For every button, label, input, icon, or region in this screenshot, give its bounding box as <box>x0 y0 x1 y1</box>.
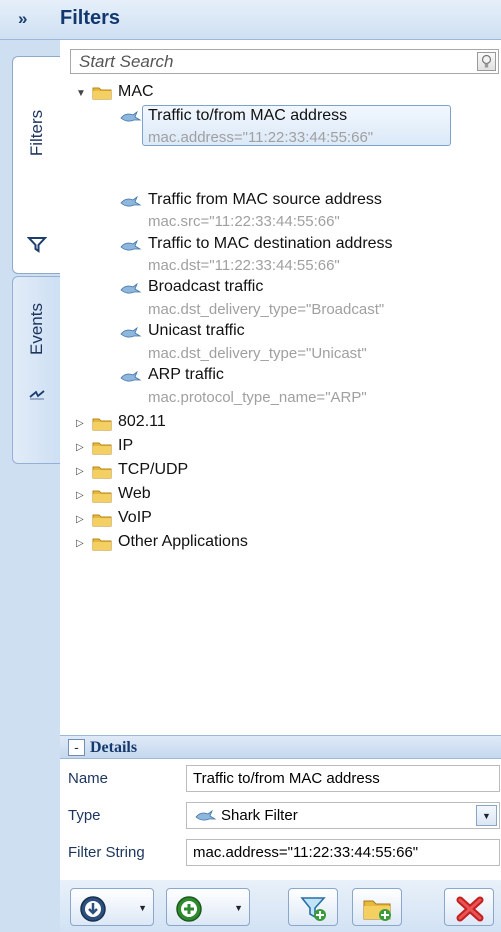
filter-item-title[interactable]: Broadcast traffic <box>148 278 263 296</box>
tab-filters[interactable]: Filters <box>12 56 60 274</box>
group-expand-arrow[interactable]: ▷ <box>76 442 84 453</box>
delete-button[interactable] <box>444 888 494 926</box>
shark-filter-icon <box>120 196 142 207</box>
tab-events-label: Events <box>26 303 46 355</box>
tree-node-mac[interactable]: MAC <box>118 83 154 101</box>
name-row: Name Traffic to/from MAC address <box>60 762 501 796</box>
shark-filter-icon <box>120 371 142 382</box>
funnel-icon <box>27 237 47 253</box>
tree-node-group[interactable]: IP <box>118 437 133 455</box>
name-field[interactable]: Traffic to/from MAC address <box>186 765 500 792</box>
delete-x-icon <box>456 896 484 922</box>
tree-node-group[interactable]: VoIP <box>118 509 152 527</box>
tree-node-group[interactable]: Web <box>118 485 151 503</box>
filter-item-expression: mac.dst_delivery_type="Broadcast" <box>148 301 385 318</box>
chevron-down-icon[interactable]: ▼ <box>234 903 243 913</box>
filter-item-title[interactable]: Traffic to/from MAC address <box>148 107 347 125</box>
new-folder-button[interactable] <box>352 888 402 926</box>
panel-title: Filters <box>60 7 121 29</box>
search-box <box>70 49 499 74</box>
search-input[interactable] <box>71 50 466 73</box>
group-expand-arrow[interactable]: ▷ <box>76 490 84 501</box>
filter-item-expression: mac.src="11:22:33:44:55:66" <box>148 213 340 230</box>
filter-item-title[interactable]: Unicast traffic <box>148 322 245 340</box>
type-value: Shark Filter <box>221 807 298 824</box>
filter-item-expression: mac.dst_delivery_type="Unicast" <box>148 345 367 362</box>
filter-string-row: Filter String mac.address="11:22:33:44:5… <box>60 836 501 870</box>
mac-collapse-arrow[interactable]: ▼ <box>76 88 86 99</box>
shark-filter-icon <box>120 240 142 251</box>
shark-filter-icon <box>120 283 142 294</box>
type-row: Type Shark Filter ▼ <box>60 799 501 833</box>
filter-item-expression: mac.protocol_type_name="ARP" <box>148 389 367 406</box>
tab-events[interactable]: Events <box>12 276 60 464</box>
search-button[interactable] <box>477 52 496 71</box>
folder-icon <box>92 87 112 100</box>
funnel-add-icon <box>300 897 326 921</box>
folder-icon <box>92 490 112 503</box>
details-pane: - Details Name Traffic to/from MAC addre… <box>60 735 501 932</box>
name-label: Name <box>68 770 109 787</box>
tab-filters-label: Filters <box>26 109 46 157</box>
shark-filter-icon <box>120 111 142 122</box>
filter-item-title[interactable]: ARP traffic <box>148 366 224 384</box>
event-icon <box>29 390 45 400</box>
filter-item-title[interactable]: Traffic from MAC source address <box>148 191 382 209</box>
chevron-down-icon[interactable]: ▼ <box>138 903 147 913</box>
tree-node-group[interactable]: TCP/UDP <box>118 461 188 479</box>
add-circle-icon <box>176 896 202 922</box>
download-circle-icon <box>80 896 106 922</box>
filter-string-label: Filter String <box>68 844 145 861</box>
search-bulb-icon <box>481 54 492 68</box>
folder-icon <box>92 538 112 551</box>
details-toolbar: ▼ ▼ <box>60 880 501 932</box>
filter-string-field[interactable]: mac.address="11:22:33:44:55:66" <box>186 839 500 866</box>
filter-item-title[interactable]: Traffic to MAC destination address <box>148 235 393 253</box>
group-expand-arrow[interactable]: ▷ <box>76 466 84 477</box>
vertical-tab-strip: Filters Events <box>0 40 60 932</box>
folder-icon <box>92 466 112 479</box>
folder-icon <box>92 442 112 455</box>
details-title: Details <box>90 739 138 756</box>
group-expand-arrow[interactable]: ▷ <box>76 418 84 429</box>
chevron-down-icon[interactable]: ▼ <box>476 805 497 826</box>
tree-node-group[interactable]: 802.11 <box>118 413 166 431</box>
apply-filter-split-button[interactable]: ▼ <box>70 888 154 926</box>
filter-item-expression: mac.address="11:22:33:44:55:66" <box>148 129 374 146</box>
type-select[interactable]: Shark Filter ▼ <box>186 802 500 829</box>
collapse-panel-button[interactable]: » <box>18 8 40 30</box>
filters-panel: ▼ MAC Traffic to/from MAC address mac.ad… <box>60 40 501 932</box>
tree-node-group[interactable]: Other Applications <box>118 533 248 551</box>
filter-item-expression: mac.dst="11:22:33:44:55:66" <box>148 257 340 274</box>
group-expand-arrow[interactable]: ▷ <box>76 514 84 525</box>
shark-filter-icon <box>120 327 142 338</box>
add-filter-split-button[interactable]: ▼ <box>166 888 250 926</box>
panel-header: » Filters <box>0 0 501 40</box>
shark-filter-icon <box>195 810 217 821</box>
details-collapse-button[interactable]: - <box>68 739 85 756</box>
group-expand-arrow[interactable]: ▷ <box>76 538 84 549</box>
folder-icon <box>92 514 112 527</box>
new-filter-button[interactable] <box>288 888 338 926</box>
type-label: Type <box>68 807 101 824</box>
folder-icon <box>92 418 112 431</box>
details-header: - Details <box>60 735 501 759</box>
folder-add-icon <box>363 900 391 921</box>
